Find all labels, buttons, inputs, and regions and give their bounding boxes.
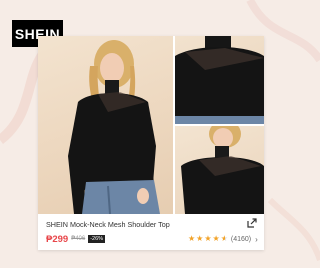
star-icon: ★ xyxy=(188,234,196,243)
star-icon: ★ xyxy=(204,234,212,243)
share-arrow-icon[interactable] xyxy=(246,217,258,229)
star-icon: ★ xyxy=(196,234,204,243)
chevron-right-icon[interactable]: › xyxy=(255,235,258,244)
star-half-icon: ★ xyxy=(220,234,228,243)
review-count: (4160) xyxy=(230,235,252,243)
product-image-closeup-bottom[interactable] xyxy=(175,126,264,214)
star-icon: ★ xyxy=(212,234,220,243)
product-gallery[interactable] xyxy=(38,36,264,214)
product-title[interactable]: SHEIN Mock-Neck Mesh Shoulder Top xyxy=(46,220,246,229)
discount-badge: -26% xyxy=(88,235,106,243)
rating-row[interactable]: ★ ★ ★ ★ ★ (4160) › xyxy=(188,234,258,244)
product-image-main[interactable] xyxy=(38,36,173,214)
original-price: ₱406 xyxy=(71,236,86,242)
product-image-closeup-top[interactable] xyxy=(175,36,264,124)
product-card[interactable]: SHEIN Mock-Neck Mesh Shoulder Top ₱299 ₱… xyxy=(38,36,264,250)
sale-price: ₱299 xyxy=(46,233,69,245)
price-row: ₱299 ₱406 -26% xyxy=(46,233,106,245)
